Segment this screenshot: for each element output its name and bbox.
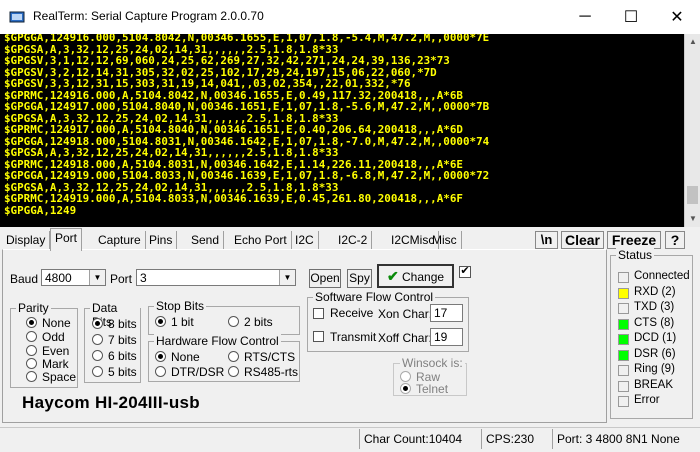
newline-button[interactable]: \n bbox=[535, 231, 558, 249]
status-led bbox=[618, 380, 629, 392]
status-led bbox=[618, 303, 629, 314]
status-led bbox=[618, 272, 629, 283]
status-label: DCD (1) bbox=[634, 332, 677, 344]
maximize-icon[interactable]: ☐ bbox=[608, 0, 654, 34]
open-button[interactable]: Open bbox=[309, 269, 341, 288]
baud-select[interactable]: 4800 ▼ bbox=[41, 269, 106, 286]
transmit-checkbox[interactable] bbox=[313, 331, 324, 342]
tab-send[interactable]: Send bbox=[187, 231, 225, 249]
parity-none-radio[interactable]: None bbox=[26, 316, 71, 330]
freeze-button[interactable]: Freeze bbox=[607, 231, 661, 249]
tab-pins[interactable]: Pins bbox=[145, 231, 178, 249]
terminal-line: $GPGGA,124917.000,5104.8040,N,00346.1651… bbox=[4, 100, 490, 113]
databits-8-radio[interactable]: 8 bits bbox=[92, 317, 137, 331]
status-label: DSR (6) bbox=[634, 347, 676, 360]
clear-button[interactable]: Clear bbox=[561, 231, 604, 249]
status-label: RXD (2) bbox=[634, 285, 676, 298]
databits-7-radio[interactable]: 7 bits bbox=[92, 333, 137, 347]
terminal-line: $GPGGA,1249 bbox=[4, 203, 77, 217]
terminal-line: $GPRMC,124919.000,A,5104.8033,N,00346.16… bbox=[4, 192, 463, 205]
tab-display[interactable]: Display bbox=[2, 231, 51, 249]
status-led bbox=[618, 349, 629, 361]
change-button[interactable]: ✔ Change bbox=[377, 264, 454, 288]
status-label: CTS (8) bbox=[634, 316, 675, 329]
baud-label: Baud bbox=[10, 272, 39, 286]
tab-misc[interactable]: Misc bbox=[428, 231, 462, 249]
tab-echo-port[interactable]: Echo Port bbox=[230, 231, 292, 249]
parity-odd-radio[interactable]: Odd bbox=[26, 330, 65, 344]
winsock-telnet-radio[interactable]: Telnet bbox=[400, 382, 448, 396]
status-led bbox=[618, 334, 629, 345]
help-button[interactable]: ? bbox=[665, 231, 685, 249]
tab-capture[interactable]: Capture bbox=[94, 231, 146, 249]
status-led bbox=[618, 365, 629, 376]
receive-checkbox[interactable] bbox=[313, 308, 324, 319]
status-led bbox=[618, 287, 629, 299]
status-label: BREAK bbox=[634, 378, 673, 391]
terminal-line: $GPGSV,3,3,12,31,15,303,31,19,14,041,,03… bbox=[4, 77, 411, 90]
minimize-icon[interactable]: ─ bbox=[562, 0, 608, 34]
receive-label: Receive bbox=[330, 306, 374, 320]
chevron-down-icon: ▼ bbox=[279, 270, 295, 285]
port-label: Port bbox=[110, 272, 133, 286]
databits-5-radio[interactable]: 5 bits bbox=[92, 365, 137, 379]
tab-port[interactable]: Port bbox=[50, 228, 83, 251]
status-led bbox=[618, 318, 629, 330]
tab-i2c-2[interactable]: I2C-2 bbox=[334, 231, 373, 249]
hwflow-rs485-radio[interactable]: RS485-rts bbox=[228, 365, 298, 379]
status-label: Ring (9) bbox=[634, 363, 675, 375]
spy-button[interactable]: Spy bbox=[347, 269, 372, 288]
hwflow-rtscts-radio[interactable]: RTS/CTS bbox=[228, 350, 295, 364]
scroll-up-icon[interactable]: ▲ bbox=[685, 34, 700, 50]
parity-space-radio[interactable]: Space bbox=[26, 370, 76, 384]
terminal-line: $GPGSV,3,1,12,12,69,060,24,25,62,269,27,… bbox=[4, 54, 450, 67]
databits-6-radio[interactable]: 6 bits bbox=[92, 349, 137, 363]
char-count: Char Count:10404 bbox=[359, 429, 488, 449]
scroll-thumb[interactable] bbox=[687, 186, 698, 204]
hwflow-dtrdsr-radio[interactable]: DTR/DSR bbox=[155, 365, 224, 379]
terminal-line: $GPGGA,124919.000,5104.8033,N,00346.1639… bbox=[4, 169, 490, 182]
status-led bbox=[618, 396, 629, 407]
check-icon: ✔ bbox=[386, 268, 399, 284]
terminal-line: $GPRMC,124917.000,A,5104.8040,N,00346.16… bbox=[4, 123, 463, 136]
vertical-scrollbar[interactable]: ▲ ▼ bbox=[684, 34, 700, 227]
hwflow-none-radio[interactable]: None bbox=[155, 350, 200, 364]
xon-label: Xon Char: bbox=[378, 307, 433, 321]
terminal-output[interactable]: $GPGGA,124916.000,5104.8042,N,00346.1655… bbox=[0, 34, 684, 227]
status-label: TXD (3) bbox=[634, 301, 675, 313]
app-icon bbox=[9, 11, 25, 23]
status-label: Connected bbox=[634, 270, 690, 282]
tab-i2c[interactable]: I2C bbox=[291, 231, 319, 249]
close-icon[interactable]: ✕ bbox=[654, 0, 700, 34]
xoff-label: Xoff Char: bbox=[378, 331, 432, 345]
device-label: Haycom HI-204III-usb bbox=[22, 393, 200, 412]
parity-even-radio[interactable]: Even bbox=[26, 344, 69, 358]
xoff-char-input[interactable]: 19 bbox=[430, 328, 463, 346]
parity-mark-radio[interactable]: Mark bbox=[26, 357, 69, 371]
cps-value: CPS:230 bbox=[481, 429, 551, 449]
scroll-down-icon[interactable]: ▼ bbox=[685, 211, 700, 227]
terminal-text: $GPGGA,124916.000,5104.8042,N,00346.1655… bbox=[4, 34, 489, 216]
status-label: Error bbox=[634, 394, 660, 406]
terminal-line: $GPGSA,A,3,32,12,25,24,02,14,31,,,,,,2.5… bbox=[4, 146, 339, 159]
change-checkbox[interactable]: ✔ bbox=[459, 266, 471, 278]
port-select[interactable]: 3 ▼ bbox=[136, 269, 296, 286]
stopbits-2-radio[interactable]: 2 bits bbox=[228, 315, 273, 329]
xon-char-input[interactable]: 17 bbox=[430, 304, 463, 322]
transmit-label: Transmit bbox=[330, 330, 377, 344]
window-title: RealTerm: Serial Capture Program 2.0.0.7… bbox=[33, 9, 264, 23]
port-info: Port: 3 4800 8N1 None bbox=[552, 429, 699, 449]
chevron-down-icon: ▼ bbox=[89, 270, 105, 285]
stopbits-1-radio[interactable]: 1 bit bbox=[155, 315, 194, 329]
